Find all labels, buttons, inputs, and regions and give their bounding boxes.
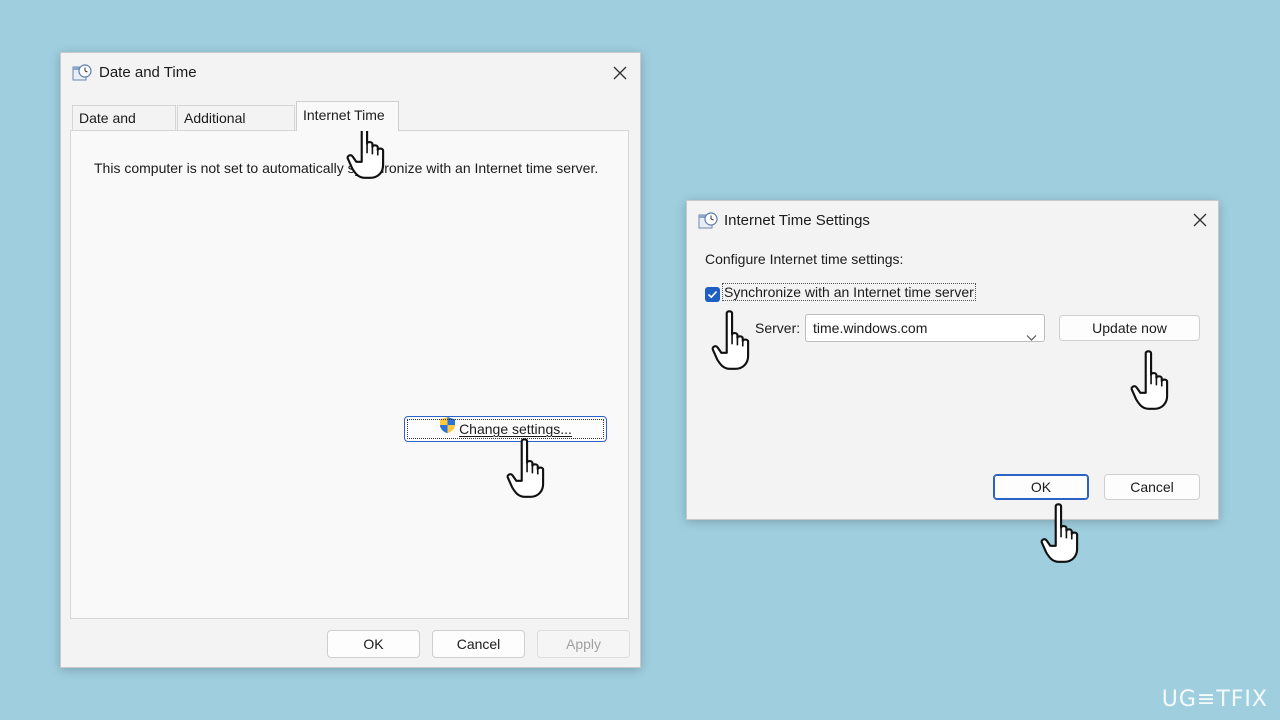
uac-shield-icon xyxy=(439,416,456,441)
chevron-down-icon xyxy=(1026,324,1037,350)
dialog-heading: Configure Internet time settings: xyxy=(705,251,904,267)
date-time-title: Date and Time xyxy=(99,64,197,81)
tab-internet-time[interactable]: Internet Time xyxy=(296,101,399,131)
server-value: time.windows.com xyxy=(813,320,928,336)
update-now-label: Update now xyxy=(1092,320,1167,336)
date-time-titlebar: Date and Time xyxy=(61,53,640,93)
sync-checkbox[interactable] xyxy=(705,287,720,302)
dialog-ok-button[interactable]: OK xyxy=(993,474,1089,500)
sync-checkbox-label[interactable]: Synchronize with an Internet time server xyxy=(722,283,976,301)
server-select[interactable]: time.windows.com xyxy=(805,314,1045,342)
sync-status-message: This computer is not set to automaticall… xyxy=(94,160,599,176)
change-settings-label: Change settings... xyxy=(459,421,572,437)
dialog-cancel-label: Cancel xyxy=(1130,479,1174,495)
tab-label: Internet Time xyxy=(303,107,385,123)
cancel-button[interactable]: Cancel xyxy=(432,630,525,658)
dialog-titlebar: Internet Time Settings xyxy=(687,201,1218,241)
dialog-cancel-button[interactable]: Cancel xyxy=(1104,474,1200,500)
tab-date-and-time[interactable]: Date and Time xyxy=(72,105,176,151)
internet-time-settings-dialog: Internet Time Settings Configure Interne… xyxy=(686,200,1219,520)
checkmark-icon xyxy=(707,290,718,299)
apply-label: Apply xyxy=(565,636,602,652)
server-label: Server: xyxy=(755,320,801,336)
watermark-logo: UG≡TFIX xyxy=(1161,687,1268,712)
update-now-button[interactable]: Update now xyxy=(1059,315,1200,341)
dialog-ok-label: OK xyxy=(1030,479,1052,495)
ok-button[interactable]: OK xyxy=(327,630,420,658)
cancel-label: Cancel xyxy=(456,636,501,652)
change-settings-button[interactable]: Change settings... xyxy=(404,416,607,442)
apply-button[interactable]: Apply xyxy=(537,630,630,658)
tab-additional-clocks[interactable]: Additional Clocks xyxy=(177,105,295,151)
date-time-icon xyxy=(698,211,718,231)
close-icon[interactable] xyxy=(612,65,628,81)
close-icon[interactable] xyxy=(1192,212,1208,228)
dialog-title: Internet Time Settings xyxy=(724,212,870,229)
date-time-icon xyxy=(72,63,92,83)
date-time-window: Date and Time Date and Time Additional C… xyxy=(60,52,641,668)
internet-time-panel: This computer is not set to automaticall… xyxy=(70,130,629,619)
ok-label: OK xyxy=(363,636,384,652)
